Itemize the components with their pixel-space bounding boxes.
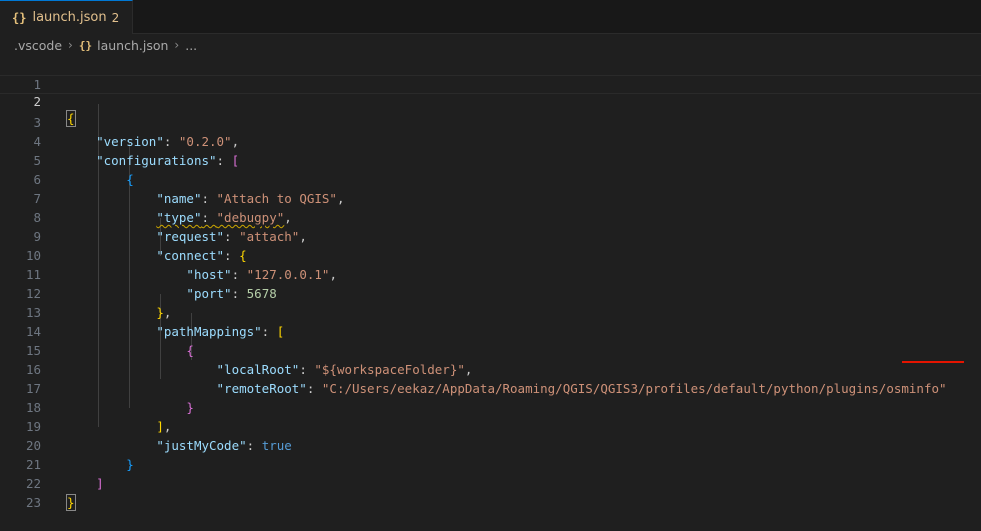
breadcrumb-more[interactable]: ... bbox=[185, 38, 197, 53]
code-line: 8 "request": "attach", bbox=[0, 189, 981, 244]
code-line: 6 "name": "Attach to QGIS", bbox=[0, 151, 981, 206]
code-line: 5 { bbox=[0, 132, 981, 187]
code-line: 17 } bbox=[0, 360, 981, 415]
code-line: 22 } bbox=[0, 455, 981, 511]
tab-launch-json[interactable]: {} launch.json 2 bbox=[0, 0, 133, 34]
code-line: 18 ], bbox=[0, 379, 981, 434]
chevron-right-icon: › bbox=[68, 38, 73, 52]
problems-count-badge: 2 bbox=[111, 10, 120, 25]
breadcrumb: .vscode › {} launch.json › ... bbox=[0, 34, 981, 56]
json-braces-icon: {} bbox=[78, 38, 93, 52]
breadcrumb-folder[interactable]: .vscode bbox=[14, 38, 62, 53]
code-line: 19 "justMyCode": true bbox=[0, 398, 981, 453]
chevron-right-icon: › bbox=[174, 38, 180, 52]
code-line: 9 "connect": { bbox=[0, 208, 981, 263]
code-line-current: 2 { bbox=[0, 75, 981, 127]
code-line: 12 }, bbox=[0, 265, 981, 320]
code-line: 1 bbox=[0, 56, 981, 92]
tab-title: launch.json bbox=[32, 10, 107, 25]
code-line: 16 "remoteRoot": "C:/Users/eekaz/AppData… bbox=[0, 341, 981, 396]
code-line: 14 { bbox=[0, 303, 981, 358]
code-line: 10 "host": "127.0.0.1", bbox=[0, 227, 981, 282]
breadcrumb-file[interactable]: launch.json bbox=[97, 38, 168, 53]
code-line: 7 "type": "debugpy", bbox=[0, 170, 981, 225]
code-line: 21 ] bbox=[0, 436, 981, 491]
code-line: 20 } bbox=[0, 417, 981, 472]
json-braces-icon: {} bbox=[12, 10, 27, 25]
code-line: 11 "port": 5678 bbox=[0, 246, 981, 301]
code-line: 15 "localRoot": "${workspaceFolder}", bbox=[0, 322, 981, 377]
code-line: 23 bbox=[0, 474, 981, 510]
code-line: 3 "version": "0.2.0", bbox=[0, 94, 981, 149]
code-editor[interactable]: 1 2 { 3 "version": "0.2.0", 4 "configura… bbox=[0, 56, 981, 511]
tab-bar: {} launch.json 2 bbox=[0, 0, 981, 34]
code-line: 13 "pathMappings": [ bbox=[0, 284, 981, 339]
code-line: 4 "configurations": [ bbox=[0, 113, 981, 168]
